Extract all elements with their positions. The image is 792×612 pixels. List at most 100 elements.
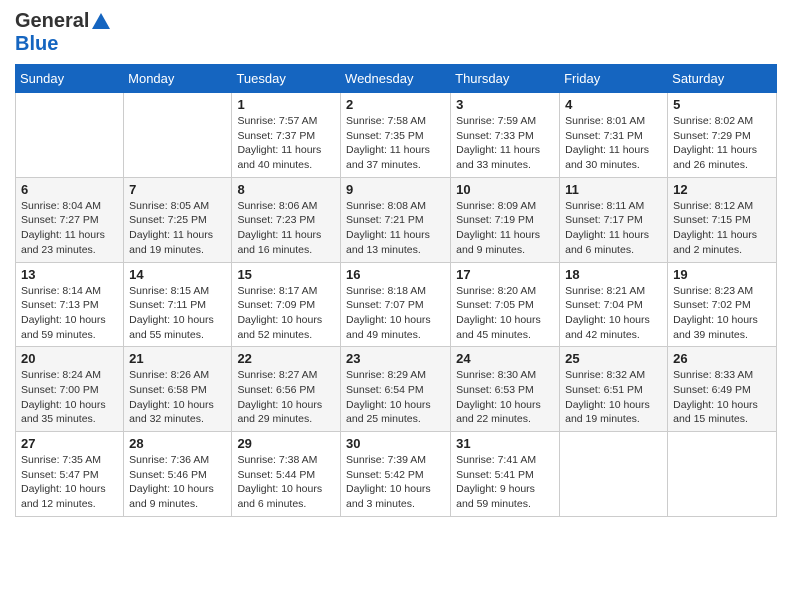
day-info: Sunrise: 8:17 AM Sunset: 7:09 PM Dayligh… [237,284,335,343]
calendar-week-row: 1 Sunrise: 7:57 AM Sunset: 7:37 PM Daylig… [16,93,777,178]
calendar-header-row: Sunday Monday Tuesday Wednesday Thursday… [16,65,777,93]
calendar-cell: 29 Sunrise: 7:38 AM Sunset: 5:44 PM Dayli… [232,432,341,517]
calendar-cell: 1 Sunrise: 7:57 AM Sunset: 7:37 PM Daylig… [232,93,341,178]
calendar-cell: 28 Sunrise: 7:36 AM Sunset: 5:46 PM Dayli… [124,432,232,517]
day-info: Sunrise: 8:29 AM Sunset: 6:54 PM Dayligh… [346,368,445,427]
day-number: 23 [346,351,445,366]
day-info: Sunrise: 8:01 AM Sunset: 7:31 PM Dayligh… [565,114,662,173]
day-number: 27 [21,436,118,451]
day-info: Sunrise: 7:41 AM Sunset: 5:41 PM Dayligh… [456,453,554,512]
calendar-cell: 11Sunrise: 8:11 AM Sunset: 7:17 PM Dayli… [560,177,668,262]
day-number: 29 [237,436,335,451]
calendar-cell: 21 Sunrise: 8:26 AM Sunset: 6:58 PM Dayli… [124,347,232,432]
col-monday: Monday [124,65,232,93]
calendar-cell: 24 Sunrise: 8:30 AM Sunset: 6:53 PM Dayli… [451,347,560,432]
header: GeneralBlue [15,10,777,56]
day-number: 9 [346,182,445,197]
day-number: 24 [456,351,554,366]
day-number: 5 [673,97,771,112]
day-number: 26 [673,351,771,366]
calendar-cell: 13 Sunrise: 8:14 AM Sunset: 7:13 PM Dayli… [16,262,124,347]
day-info: Sunrise: 7:57 AM Sunset: 7:37 PM Dayligh… [237,114,335,173]
day-info: Sunrise: 8:05 AM Sunset: 7:25 PM Dayligh… [129,199,226,258]
day-info: Sunrise: 8:32 AM Sunset: 6:51 PM Dayligh… [565,368,662,427]
calendar-cell: 17 Sunrise: 8:20 AM Sunset: 7:05 PM Dayli… [451,262,560,347]
calendar-cell: 8 Sunrise: 8:06 AM Sunset: 7:23 PM Daylig… [232,177,341,262]
day-info: Sunrise: 7:58 AM Sunset: 7:35 PM Dayligh… [346,114,445,173]
day-info: Sunrise: 8:08 AM Sunset: 7:21 PM Dayligh… [346,199,445,258]
day-info: Sunrise: 8:33 AM Sunset: 6:49 PM Dayligh… [673,368,771,427]
day-number: 8 [237,182,335,197]
day-number: 19 [673,267,771,282]
day-number: 16 [346,267,445,282]
calendar-cell: 22 Sunrise: 8:27 AM Sunset: 6:56 PM Dayli… [232,347,341,432]
day-info: Sunrise: 8:18 AM Sunset: 7:07 PM Dayligh… [346,284,445,343]
day-info: Sunrise: 8:21 AM Sunset: 7:04 PM Dayligh… [565,284,662,343]
calendar-cell [16,93,124,178]
calendar-cell: 19Sunrise: 8:23 AM Sunset: 7:02 PM Dayli… [668,262,777,347]
day-number: 14 [129,267,226,282]
logo-blue-label: Blue [15,33,58,55]
day-number: 20 [21,351,118,366]
calendar-cell: 18 Sunrise: 8:21 AM Sunset: 7:04 PM Dayli… [560,262,668,347]
calendar-cell: 15Sunrise: 8:17 AM Sunset: 7:09 PM Dayli… [232,262,341,347]
calendar-cell: 10 Sunrise: 8:09 AM Sunset: 7:19 PM Dayli… [451,177,560,262]
col-tuesday: Tuesday [232,65,341,93]
calendar-cell [668,432,777,517]
day-number: 1 [237,97,335,112]
calendar-cell: 16 Sunrise: 8:18 AM Sunset: 7:07 PM Dayli… [341,262,451,347]
calendar-cell: 9 Sunrise: 8:08 AM Sunset: 7:21 PM Daylig… [341,177,451,262]
calendar-cell: 5 Sunrise: 8:02 AM Sunset: 7:29 PM Daylig… [668,93,777,178]
day-info: Sunrise: 8:12 AM Sunset: 7:15 PM Dayligh… [673,199,771,258]
day-number: 3 [456,97,554,112]
day-number: 7 [129,182,226,197]
page: GeneralBlue Sunday Monday Tuesday Wednes… [0,0,792,612]
day-info: Sunrise: 8:20 AM Sunset: 7:05 PM Dayligh… [456,284,554,343]
calendar-cell: 30Sunrise: 7:39 AM Sunset: 5:42 PM Dayli… [341,432,451,517]
day-number: 28 [129,436,226,451]
calendar-cell: 23 Sunrise: 8:29 AM Sunset: 6:54 PM Dayli… [341,347,451,432]
day-info: Sunrise: 8:04 AM Sunset: 7:27 PM Dayligh… [21,199,118,258]
col-wednesday: Wednesday [341,65,451,93]
calendar-cell: 14Sunrise: 8:15 AM Sunset: 7:11 PM Dayli… [124,262,232,347]
day-info: Sunrise: 8:09 AM Sunset: 7:19 PM Dayligh… [456,199,554,258]
day-info: Sunrise: 8:06 AM Sunset: 7:23 PM Dayligh… [237,199,335,258]
col-sunday: Sunday [16,65,124,93]
calendar-cell: 2 Sunrise: 7:58 AM Sunset: 7:35 PM Daylig… [341,93,451,178]
day-number: 21 [129,351,226,366]
day-info: Sunrise: 8:24 AM Sunset: 7:00 PM Dayligh… [21,368,118,427]
day-info: Sunrise: 8:14 AM Sunset: 7:13 PM Dayligh… [21,284,118,343]
day-info: Sunrise: 7:59 AM Sunset: 7:33 PM Dayligh… [456,114,554,173]
day-info: Sunrise: 8:30 AM Sunset: 6:53 PM Dayligh… [456,368,554,427]
calendar-cell: 4 Sunrise: 8:01 AM Sunset: 7:31 PM Daylig… [560,93,668,178]
day-info: Sunrise: 7:36 AM Sunset: 5:46 PM Dayligh… [129,453,226,512]
calendar-week-row: 6 Sunrise: 8:04 AM Sunset: 7:27 PM Daylig… [16,177,777,262]
day-number: 17 [456,267,554,282]
day-number: 2 [346,97,445,112]
day-info: Sunrise: 8:11 AM Sunset: 7:17 PM Dayligh… [565,199,662,258]
day-number: 22 [237,351,335,366]
day-number: 31 [456,436,554,451]
calendar-week-row: 13 Sunrise: 8:14 AM Sunset: 7:13 PM Dayli… [16,262,777,347]
day-number: 4 [565,97,662,112]
calendar-cell: 7 Sunrise: 8:05 AM Sunset: 7:25 PM Daylig… [124,177,232,262]
day-number: 18 [565,267,662,282]
day-number: 6 [21,182,118,197]
logo-triangle-icon [92,13,110,29]
logo-general-text: General [15,10,89,33]
calendar-cell [560,432,668,517]
calendar-cell: 6 Sunrise: 8:04 AM Sunset: 7:27 PM Daylig… [16,177,124,262]
day-info: Sunrise: 8:02 AM Sunset: 7:29 PM Dayligh… [673,114,771,173]
calendar-cell: 3 Sunrise: 7:59 AM Sunset: 7:33 PM Daylig… [451,93,560,178]
logo: GeneralBlue [15,10,110,56]
day-number: 25 [565,351,662,366]
day-info: Sunrise: 8:26 AM Sunset: 6:58 PM Dayligh… [129,368,226,427]
day-number: 10 [456,182,554,197]
day-number: 13 [21,267,118,282]
day-info: Sunrise: 7:38 AM Sunset: 5:44 PM Dayligh… [237,453,335,512]
day-info: Sunrise: 8:27 AM Sunset: 6:56 PM Dayligh… [237,368,335,427]
col-thursday: Thursday [451,65,560,93]
calendar-table: Sunday Monday Tuesday Wednesday Thursday… [15,64,777,517]
day-info: Sunrise: 7:35 AM Sunset: 5:47 PM Dayligh… [21,453,118,512]
col-friday: Friday [560,65,668,93]
